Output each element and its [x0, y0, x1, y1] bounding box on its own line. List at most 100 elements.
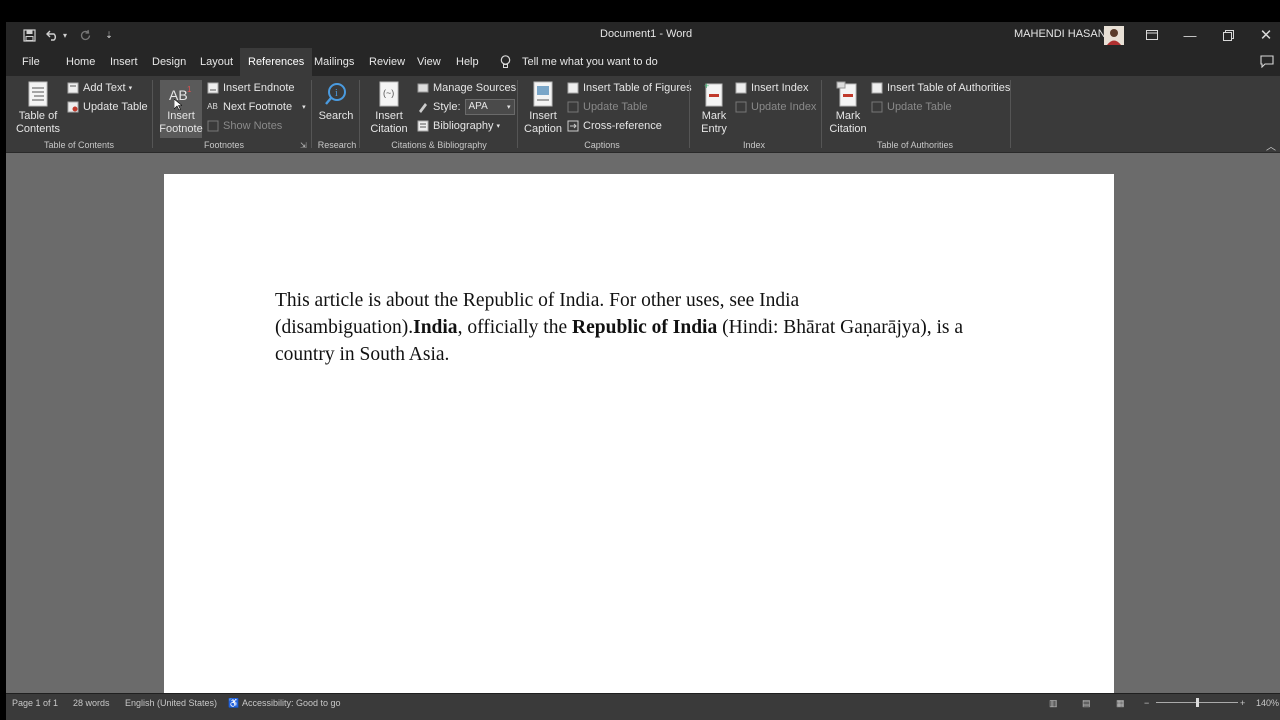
user-name[interactable]: MAHENDI HASAN — [1014, 28, 1106, 40]
tell-me-search[interactable]: Tell me what you want to do — [522, 56, 658, 68]
cross-reference-icon — [566, 119, 579, 132]
tab-insert[interactable]: Insert — [102, 48, 146, 76]
insert-caption-label: Insert Caption — [524, 110, 562, 135]
style-icon — [416, 100, 429, 113]
restore-icon[interactable] — [1209, 22, 1247, 48]
update-table-captions-button[interactable]: Update Table — [566, 98, 648, 115]
title-separator: - — [659, 28, 663, 40]
zoom-level[interactable]: 140% — [1256, 698, 1279, 708]
search-label: Search — [318, 110, 354, 122]
mark-citation-button[interactable]: Mark Citation — [826, 80, 870, 136]
mark-entry-label: Mark Entry — [701, 110, 727, 135]
save-icon[interactable] — [20, 26, 38, 44]
status-accessibility[interactable]: Accessibility: Good to go — [242, 698, 341, 708]
manage-sources-label: Manage Sources — [433, 81, 517, 94]
group-separator — [689, 80, 690, 148]
web-layout-icon[interactable]: ▦ — [1116, 698, 1125, 709]
minimize-icon[interactable]: — — [1171, 22, 1209, 48]
bibliography-icon — [416, 119, 429, 132]
style-dropdown-icon: ▾ — [507, 103, 511, 111]
update-table-toc-label: Update Table — [83, 100, 148, 113]
add-text-dropdown-icon: ▾ — [128, 84, 133, 92]
tab-review[interactable]: Review — [361, 48, 413, 76]
redo-icon[interactable] — [76, 26, 94, 44]
update-table-authorities-button[interactable]: Update Table — [870, 98, 952, 115]
next-footnote-button[interactable]: AB Next Footnote ▾ — [206, 98, 305, 115]
insert-endnote-button[interactable]: Insert Endnote — [206, 79, 295, 96]
ribbon-tab-bar: File Home Insert Design Layout Reference… — [6, 48, 1280, 76]
update-table-authorities-label: Update Table — [887, 100, 952, 113]
undo-dropdown-icon[interactable]: ▾ — [60, 26, 70, 44]
comments-icon[interactable] — [1260, 55, 1274, 71]
search-icon: i — [323, 80, 349, 108]
status-words[interactable]: 28 words — [73, 698, 110, 708]
table-of-contents-icon — [25, 80, 51, 108]
search-button[interactable]: i Search — [316, 80, 356, 123]
table-of-contents-label: Table of Contents — [15, 110, 61, 135]
avatar[interactable] — [1104, 26, 1124, 45]
add-text-button[interactable]: Add Text ▾ — [66, 79, 132, 96]
group-separator — [359, 80, 360, 148]
cross-reference-button[interactable]: Cross-reference — [566, 117, 662, 134]
group-separator — [1010, 80, 1011, 148]
ribbon-display-options-icon[interactable] — [1133, 22, 1171, 48]
tab-file[interactable]: File — [14, 48, 48, 76]
show-notes-label: Show Notes — [223, 119, 283, 132]
collapse-ribbon-icon[interactable]: ︿ — [1266, 138, 1276, 153]
tab-home[interactable]: Home — [58, 48, 103, 76]
zoom-in-icon[interactable]: + — [1240, 698, 1245, 708]
tab-help[interactable]: Help — [448, 48, 487, 76]
doc-title: Document1 — [600, 28, 657, 40]
customize-icon[interactable]: ⇣ — [100, 26, 118, 44]
group-label-research: Research — [317, 140, 357, 150]
bibliography-label: Bibliography — [433, 119, 494, 132]
document-paragraph[interactable]: This article is about the Republic of In… — [275, 287, 975, 368]
tab-references[interactable]: References — [240, 48, 313, 76]
endnote-icon — [206, 81, 219, 94]
screen-top-strip — [0, 0, 1280, 22]
insert-table-of-figures-button[interactable]: Insert Table of Figures — [566, 79, 692, 96]
footnotes-dialog-launcher-icon[interactable]: ⇲ — [300, 141, 307, 150]
mark-entry-button[interactable]: + Mark Entry — [694, 80, 734, 136]
insert-caption-icon — [530, 80, 556, 108]
group-label-citations: Citations & Bibliography — [391, 140, 487, 150]
paragraph-text-2: , officially the — [457, 317, 573, 338]
mouse-cursor-icon — [173, 98, 183, 114]
update-index-button[interactable]: Update Index — [734, 98, 816, 115]
ribbon-references: Table of Contents Add Text ▾ Update Table… — [6, 76, 1280, 153]
document-page[interactable]: This article is about the Republic of In… — [164, 174, 1114, 704]
bibliography-button[interactable]: Bibliography ▾ — [416, 117, 500, 134]
insert-endnote-label: Insert Endnote — [223, 81, 295, 94]
insert-caption-button[interactable]: Insert Caption — [522, 80, 564, 136]
tab-layout[interactable]: Layout — [192, 48, 241, 76]
update-index-label: Update Index — [751, 100, 817, 113]
tab-mailings[interactable]: Mailings — [306, 48, 362, 76]
style-selector: Style: APA ▾ — [416, 98, 515, 115]
tab-design[interactable]: Design — [144, 48, 194, 76]
close-icon[interactable]: ✕ — [1247, 22, 1280, 48]
update-table-toc-button[interactable]: Update Table — [66, 98, 148, 115]
insert-index-button[interactable]: Insert Index — [734, 79, 808, 96]
zoom-slider-thumb[interactable] — [1196, 698, 1199, 707]
table-of-contents-button[interactable]: Table of Contents — [12, 80, 64, 136]
zoom-out-icon[interactable]: − — [1144, 698, 1149, 708]
status-language[interactable]: English (United States) — [125, 698, 217, 708]
mark-citation-label: Mark Citation — [829, 110, 867, 135]
show-notes-button[interactable]: Show Notes — [206, 117, 282, 134]
mark-entry-icon: + — [701, 80, 727, 108]
tab-view[interactable]: View — [409, 48, 449, 76]
insert-table-of-figures-label: Insert Table of Figures — [583, 81, 692, 94]
svg-text:(~): (~) — [383, 88, 394, 98]
app-name: Word — [666, 28, 693, 40]
insert-citation-button[interactable]: (~) Insert Citation — [364, 80, 414, 136]
read-mode-icon[interactable]: ▥ — [1049, 698, 1058, 709]
status-page[interactable]: Page 1 of 1 — [12, 698, 58, 708]
show-notes-icon — [206, 119, 219, 132]
manage-sources-button[interactable]: Manage Sources — [416, 79, 516, 96]
style-dropdown[interactable]: APA ▾ — [464, 98, 515, 115]
insert-table-of-authorities-button[interactable]: Insert Table of Authorities — [870, 79, 1010, 96]
svg-text:1: 1 — [187, 85, 192, 94]
style-label: Style: — [433, 100, 461, 113]
add-text-icon — [66, 81, 79, 94]
print-layout-icon[interactable]: ▤ — [1082, 698, 1091, 709]
